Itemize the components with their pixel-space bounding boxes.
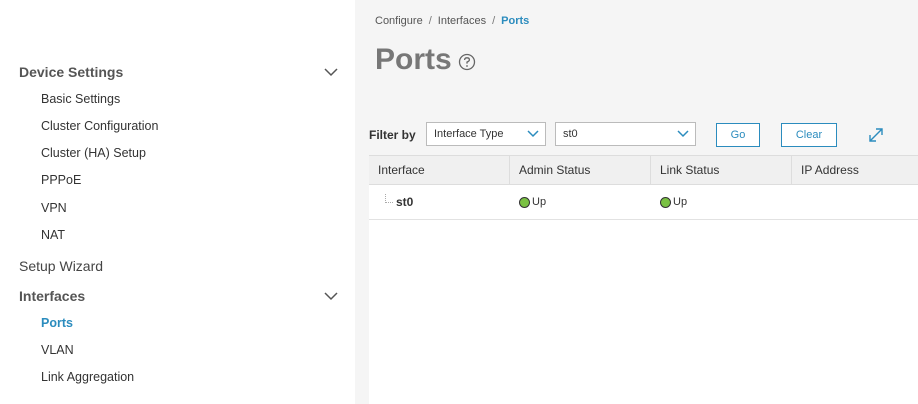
chevron-down-icon (677, 130, 689, 138)
filter-type-value: Interface Type (434, 128, 504, 140)
table-header: Interface Admin Status Link Status IP Ad… (369, 155, 918, 185)
breadcrumb-ports: Ports (501, 15, 530, 27)
sidebar-item-basic-settings[interactable]: Basic Settings (41, 92, 120, 106)
sidebar-section-title: Interfaces (19, 288, 86, 304)
status-up-icon (519, 196, 530, 208)
breadcrumb-separator: / (492, 15, 496, 27)
breadcrumb-interfaces[interactable]: Interfaces (438, 15, 486, 27)
chevron-down-icon (324, 292, 338, 301)
cell-admin-status: Up (510, 185, 651, 219)
sidebar-section-title: Device Settings (19, 64, 124, 80)
sidebar-item-vpn[interactable]: VPN (41, 201, 67, 215)
breadcrumb: Configure / Interfaces / Ports (375, 15, 529, 27)
go-button[interactable]: Go (716, 123, 760, 147)
clear-button[interactable]: Clear (781, 123, 837, 147)
link-status-text: Up (673, 196, 688, 208)
breadcrumb-configure[interactable]: Configure (375, 15, 423, 27)
page-title: Ports (375, 43, 452, 76)
column-header-interface[interactable]: Interface (369, 156, 510, 184)
filter-value-select[interactable]: st0 (555, 122, 696, 146)
filter-type-select[interactable]: Interface Type (426, 122, 546, 146)
sidebar-item-cluster-configuration[interactable]: Cluster Configuration (41, 119, 158, 133)
filter-label: Filter by (369, 128, 416, 142)
sidebar-item-label: Setup Wizard (19, 258, 104, 274)
sidebar-item-link-aggregation[interactable]: Link Aggregation (41, 370, 134, 384)
breadcrumb-separator: / (428, 15, 432, 27)
main-content: Configure / Interfaces / Ports Ports Fil… (355, 0, 918, 404)
column-header-admin-status[interactable]: Admin Status (510, 156, 651, 184)
sidebar-item-nat[interactable]: NAT (41, 228, 65, 242)
sidebar-section-device-settings[interactable]: Device Settings (19, 64, 338, 80)
sidebar-item-vlan[interactable]: VLAN (41, 343, 74, 357)
admin-status-text: Up (532, 196, 547, 208)
ports-table: Interface Admin Status Link Status IP Ad… (369, 155, 918, 404)
help-icon[interactable] (458, 53, 476, 71)
sidebar: Device Settings Basic Settings Cluster C… (0, 0, 355, 404)
sidebar-item-cluster-ha-setup[interactable]: Cluster (HA) Setup (41, 146, 146, 160)
expand-icon[interactable] (867, 126, 885, 144)
cell-ip-address (792, 185, 918, 219)
tree-connector (385, 194, 393, 203)
filter-value-text: st0 (563, 128, 578, 140)
interface-name: st0 (396, 195, 414, 209)
sidebar-item-ports[interactable]: Ports (41, 316, 73, 330)
table-row[interactable]: st0 Up Up (369, 185, 918, 220)
status-up-icon (660, 196, 671, 208)
sidebar-item-pppoe[interactable]: PPPoE (41, 173, 81, 187)
sidebar-section-interfaces[interactable]: Interfaces (19, 288, 338, 304)
cell-interface: st0 (369, 185, 510, 219)
sidebar-item-setup-wizard[interactable]: Setup Wizard (19, 258, 338, 274)
chevron-down-icon (324, 68, 338, 77)
chevron-down-icon (527, 130, 539, 138)
column-header-link-status[interactable]: Link Status (651, 156, 792, 184)
column-header-ip-address[interactable]: IP Address (792, 156, 918, 184)
cell-link-status: Up (651, 185, 792, 219)
